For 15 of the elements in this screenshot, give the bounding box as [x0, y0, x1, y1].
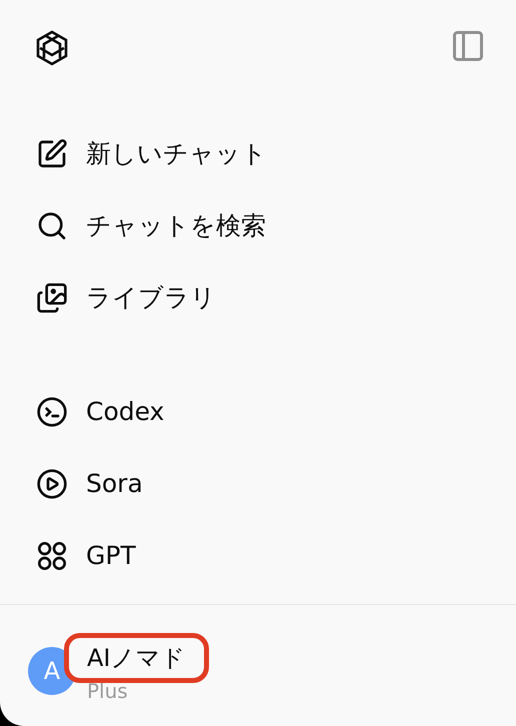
- nav-item[interactable]: Codex: [0, 376, 516, 448]
- nav-item[interactable]: GPT: [0, 520, 516, 592]
- pencil-square-icon: [36, 138, 68, 170]
- four-circles-icon: [36, 540, 68, 572]
- nav-item[interactable]: 新しいチャット: [0, 118, 516, 190]
- sidebar-toggle-icon: [450, 28, 486, 64]
- search-icon: [36, 210, 68, 242]
- nav-item[interactable]: チャットを検索: [0, 190, 516, 262]
- account-name[interactable]: AIノマド: [64, 633, 208, 683]
- play-circle-icon: [36, 468, 68, 500]
- nav-item[interactable]: ライブラリ: [0, 262, 516, 334]
- terminal-circle-icon: [36, 396, 68, 428]
- images-icon: [36, 282, 68, 314]
- nav-item[interactable]: Sora: [0, 448, 516, 520]
- sidebar-toggle-button[interactable]: [450, 28, 486, 64]
